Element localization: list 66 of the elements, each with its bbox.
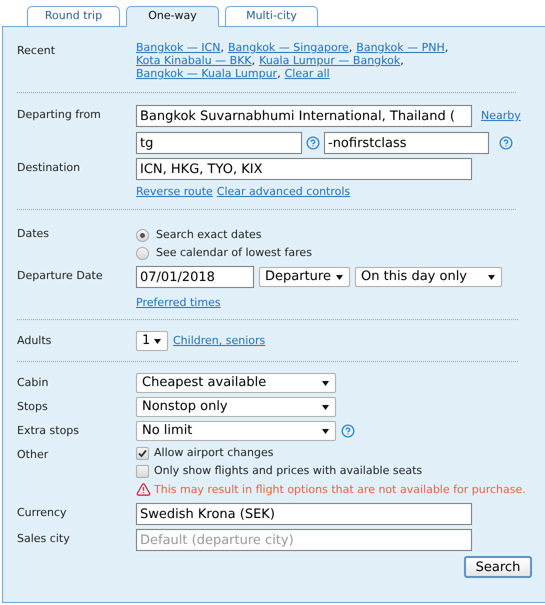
separator: , bbox=[444, 41, 448, 54]
recent-search-link[interactable]: Clear all bbox=[284, 67, 330, 80]
radio-label: See calendar of lowest fares bbox=[156, 246, 312, 260]
radio-button[interactable] bbox=[136, 228, 149, 242]
warning-text: This may result in flight options that are not available for purchase. bbox=[154, 482, 526, 496]
recent-search-link[interactable]: Kuala Lumpur — Bangkok bbox=[259, 54, 400, 67]
separator: , bbox=[400, 54, 404, 67]
field-label: Other bbox=[17, 448, 48, 462]
caret-icon bbox=[322, 380, 329, 386]
field-label: Sales city bbox=[17, 532, 70, 546]
preferred-times-link[interactable]: Preferred times bbox=[136, 296, 221, 309]
caret-icon bbox=[322, 428, 329, 434]
input-field[interactable]: Swedish Krona (SEK) bbox=[136, 503, 472, 525]
input-field[interactable]: tg bbox=[136, 132, 302, 154]
form-link[interactable]: Reverse route bbox=[136, 185, 213, 199]
recent-search-link[interactable]: Bangkok — Singapore bbox=[228, 41, 349, 54]
caret-icon bbox=[322, 404, 329, 410]
dropdown[interactable]: 1 bbox=[136, 331, 168, 351]
tab[interactable]: Round trip bbox=[27, 6, 120, 27]
radio-label: Search exact dates bbox=[156, 228, 262, 242]
field-label: Departing from bbox=[17, 108, 101, 122]
separator: , bbox=[220, 41, 224, 54]
checkbox[interactable] bbox=[136, 446, 149, 460]
dropdown[interactable]: On this day only bbox=[355, 267, 502, 287]
field-label: Stops bbox=[17, 400, 48, 414]
input-field[interactable]: ICN, HKG, TYO, KIX bbox=[136, 158, 472, 180]
children-seniors-link[interactable]: Children, seniors bbox=[173, 334, 266, 348]
form-link[interactable]: Clear advanced controls bbox=[216, 185, 350, 199]
dropdown[interactable]: Departure bbox=[259, 267, 350, 287]
recent-search-link[interactable]: Bangkok — Kuala Lumpur bbox=[136, 67, 278, 80]
separator: , bbox=[277, 67, 281, 80]
field-label: Adults bbox=[17, 334, 52, 348]
field-label: Recent bbox=[17, 44, 56, 58]
dropdown[interactable]: Cheapest available bbox=[136, 373, 336, 393]
help-icon[interactable] bbox=[499, 136, 513, 150]
field-label: Departure Date bbox=[17, 269, 103, 283]
checkbox-label: Only show flights and prices with available seats bbox=[154, 464, 422, 478]
field-label: Cabin bbox=[17, 376, 48, 390]
caret-icon bbox=[154, 338, 161, 344]
radio-button[interactable] bbox=[136, 246, 149, 260]
separator: , bbox=[252, 54, 256, 67]
dropdown[interactable]: Nonstop only bbox=[136, 397, 336, 417]
checkbox[interactable] bbox=[136, 464, 149, 478]
checkbox-label: Allow airport changes bbox=[154, 446, 274, 460]
field-label: Currency bbox=[17, 506, 67, 520]
recent-search-link[interactable]: Kota Kinabalu — BKK bbox=[136, 54, 252, 67]
field-label: Extra stops bbox=[17, 424, 80, 438]
separator: , bbox=[348, 41, 352, 54]
help-icon[interactable] bbox=[306, 136, 320, 150]
field-label: Dates bbox=[17, 227, 50, 241]
nearby-link[interactable]: Nearby bbox=[481, 109, 521, 123]
input-field[interactable]: -nofirstclass bbox=[324, 132, 489, 154]
field-label: Destination bbox=[17, 161, 80, 175]
caret-icon bbox=[336, 274, 343, 280]
recent-search-link[interactable]: Bangkok — PNH bbox=[356, 41, 445, 54]
search-button[interactable]: Search bbox=[464, 556, 532, 578]
caret-icon bbox=[488, 274, 495, 280]
input-field[interactable]: Default (departure city) bbox=[136, 529, 472, 551]
help-icon[interactable] bbox=[341, 424, 355, 438]
dropdown[interactable]: No limit bbox=[136, 421, 336, 441]
input-field[interactable]: 07/01/2018 bbox=[136, 266, 254, 288]
tab[interactable]: One-way bbox=[126, 6, 219, 27]
recent-search-link[interactable]: Bangkok — ICN bbox=[136, 41, 220, 54]
warning-icon bbox=[136, 482, 151, 497]
input-field[interactable]: Bangkok Suvarnabhumi International, Thailand ( bbox=[136, 105, 472, 127]
tab[interactable]: Multi-city bbox=[225, 6, 318, 27]
